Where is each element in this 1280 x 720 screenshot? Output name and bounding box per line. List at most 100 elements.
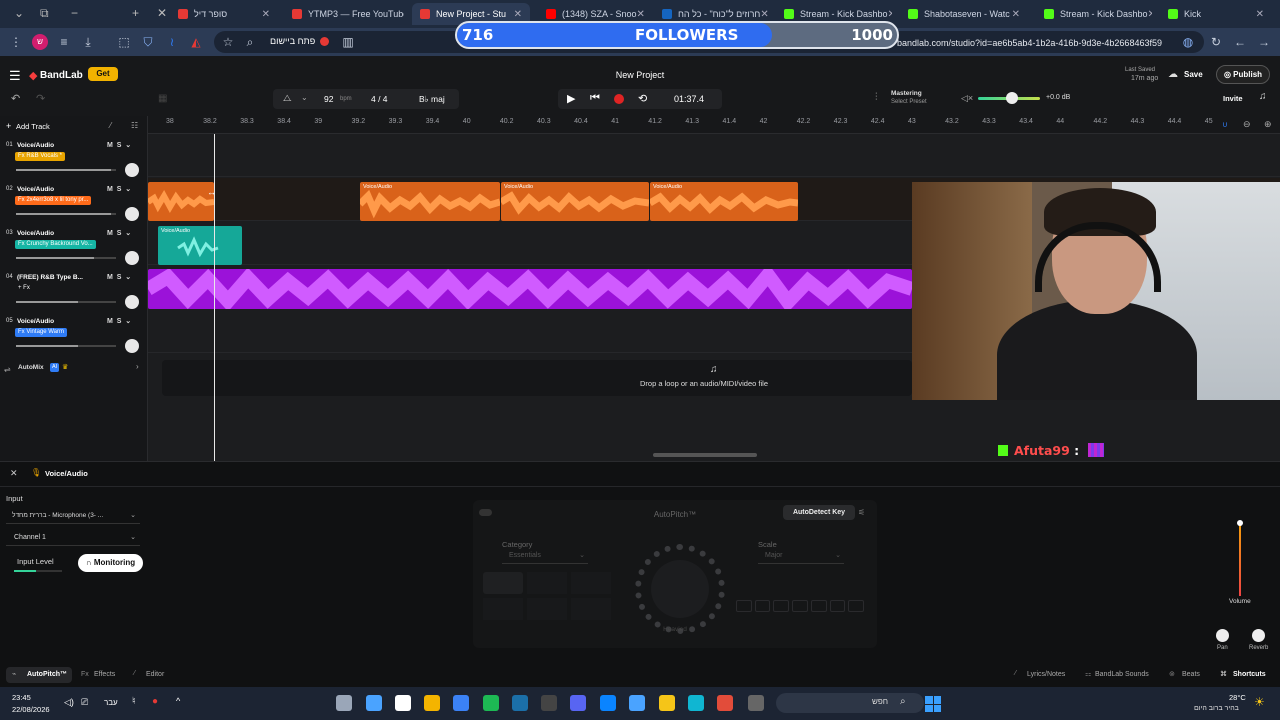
tab-close-icon[interactable]: ✕ [1012,9,1020,20]
voice-icon[interactable]: ≀ [164,34,180,50]
chevron-right-icon[interactable]: › [136,362,139,371]
monitoring-button[interactable]: ∩ Monitoring [78,554,143,572]
metronome-icon[interactable]: ⧍ [283,93,291,104]
weather-desc[interactable]: בהיר ברוב היום [1194,705,1239,712]
track-volume-slider[interactable] [16,257,116,259]
volume-handle[interactable] [1237,520,1243,526]
save-button[interactable]: Save [1184,70,1203,79]
key-picker[interactable] [736,580,865,616]
new-tab-icon[interactable]: + [132,6,139,20]
obs-app-icon[interactable] [541,695,557,711]
track-name[interactable]: Voice/Audio [17,230,54,237]
reload-icon[interactable]: ↻ [1208,34,1224,50]
reverb-knob[interactable] [1252,629,1265,642]
lyrics-notes-button[interactable]: Lyrics/Notes [1027,671,1065,678]
redo-icon[interactable]: ↷ [36,92,45,105]
project-title[interactable]: New Project [0,70,1280,80]
loop-icon[interactable]: ⟲ [638,92,647,105]
track-volume-slider[interactable] [16,301,116,303]
invite-button[interactable]: Invite [1223,94,1243,103]
url-text[interactable]: bandlab.com/studio?id=ae6b5ab4-1b2a-416b… [897,38,1162,48]
file-explorer-icon[interactable] [659,695,675,711]
tab-autopitch[interactable]: ⌁ AutoPitch™ [6,667,72,683]
store-app-icon[interactable] [629,695,645,711]
back-icon[interactable]: ← [1232,34,1248,50]
track-name[interactable]: Voice/Audio [17,318,54,325]
forward-icon[interactable]: → [1256,34,1272,50]
clip-track2-c[interactable]: Voice/Audio [501,182,649,221]
steam-app-icon[interactable] [512,695,528,711]
weather-temp[interactable]: 28°C [1229,693,1246,702]
track-fx-badge[interactable]: Fx Crunchy Backround Vo... [15,240,96,249]
master-volume-handle[interactable] [1006,92,1018,104]
track-header[interactable]: 05 Voice/Audio Fx Vintage Warm M S ⌄ [0,312,148,356]
grid-icon[interactable]: ▦ [158,93,167,104]
track-volume-slider[interactable] [16,169,116,171]
track-pan-knob[interactable] [125,251,139,265]
extensions-icon[interactable]: ⬚ [116,34,132,50]
bell-icon[interactable]: ♫ [1259,91,1267,102]
sliders-icon[interactable]: ⚟ [858,508,865,517]
tab-effects[interactable]: Effects [94,671,115,678]
autopitch-knob[interactable] [635,544,725,634]
clip-track4[interactable] [148,269,912,309]
edge-app-icon[interactable] [688,695,704,711]
browser-tab[interactable]: Stream - Kick Dashbo ✕ [1036,3,1152,25]
mail-app-icon[interactable] [600,695,616,711]
bookmark-star-icon[interactable]: ☆ [220,34,236,50]
track-name[interactable]: (FREE) R&B Type B... [17,274,83,281]
drop-zone[interactable]: ♫ Drop a loop or an audio/MIDI/video fil… [162,360,912,396]
plus-icon[interactable]: + [6,121,11,131]
network-icon[interactable]: ⎚ [81,697,88,708]
rewind-icon[interactable]: ⏮ [590,92,600,105]
mastering-label[interactable]: Mastering [891,90,922,97]
mute-solo-buttons[interactable]: M S ⌄ [107,185,131,193]
track-header[interactable]: 04 (FREE) R&B Type B... + Fx M S ⌄ [0,268,148,312]
download-icon[interactable]: ⤓ [80,34,96,50]
lane-1[interactable] [148,134,1280,177]
track-fx-badge[interactable]: Fx R&B Vocals * [15,152,66,161]
mic-tray-icon[interactable]: ♮ [132,696,136,707]
track-header[interactable]: 02 Voice/Audio Fx 2x4err3o8 x lil tony pr.… [0,180,148,224]
chat-username[interactable]: Afuta99 [1014,443,1070,458]
channel-select[interactable]: Channel 1 ⌄ [6,532,140,546]
minimize-icon[interactable]: − [71,6,78,20]
track-name[interactable]: Voice/Audio [17,186,54,193]
scale-select[interactable]: Major ⌄ [758,550,844,564]
tab-editor[interactable]: Editor [146,671,164,678]
profile-icon[interactable]: ש [32,34,48,50]
playhead[interactable] [214,134,215,461]
lens-icon[interactable]: ⌕ [242,34,258,50]
clip-track2-b[interactable]: Voice/Audio [360,182,500,221]
track-header[interactable]: 03 Voice/Audio Fx Crunchy Backround Vo... M… [0,224,148,268]
open-in-app-button[interactable]: פתח ביישום [270,36,315,46]
track-pan-knob[interactable] [125,207,139,221]
notepad-app-icon[interactable] [366,695,382,711]
windows-start-icon[interactable] [925,696,941,712]
track-name[interactable]: Voice/Audio [17,142,54,149]
record-icon[interactable] [614,94,624,104]
tab-close-icon[interactable]: ✕ [760,9,768,20]
track-pan-knob[interactable] [125,163,139,177]
track-pan-knob[interactable] [125,295,139,309]
chrome-app-icon[interactable] [424,695,440,711]
play-icon[interactable]: ▶ [567,92,575,105]
browser-tab[interactable]: סופר דיל ✕ [170,3,278,25]
office-app-icon[interactable] [717,695,733,711]
volume-slider[interactable] [1239,524,1241,596]
tray-app-icon[interactable]: ● [152,696,158,707]
site-info-icon[interactable]: ◍ [1180,34,1196,50]
category-select[interactable]: Essentials ⌄ [502,550,588,564]
browser-tab[interactable]: Shabotaseven - Watc ✕ [900,3,1028,25]
preset-grid[interactable] [483,572,613,624]
add-track-button[interactable]: Add Track [16,122,50,131]
track-fx-badge[interactable]: Fx 2x4err3o8 x lil tony pr... [15,196,92,205]
clip-track2-d[interactable]: Voice/Audio [650,182,798,221]
mute-solo-buttons[interactable]: M S ⌄ [107,273,131,281]
extension-red-icon[interactable]: ◭ [188,34,204,50]
clip-track3[interactable]: Voice/Audio [158,226,242,265]
close-icon[interactable]: ✕ [157,6,167,20]
key-selector[interactable]: B♭ maj [419,94,445,105]
beats-button[interactable]: Beats [1182,671,1200,678]
magic-wand-icon[interactable]: ⁄ [110,121,111,130]
